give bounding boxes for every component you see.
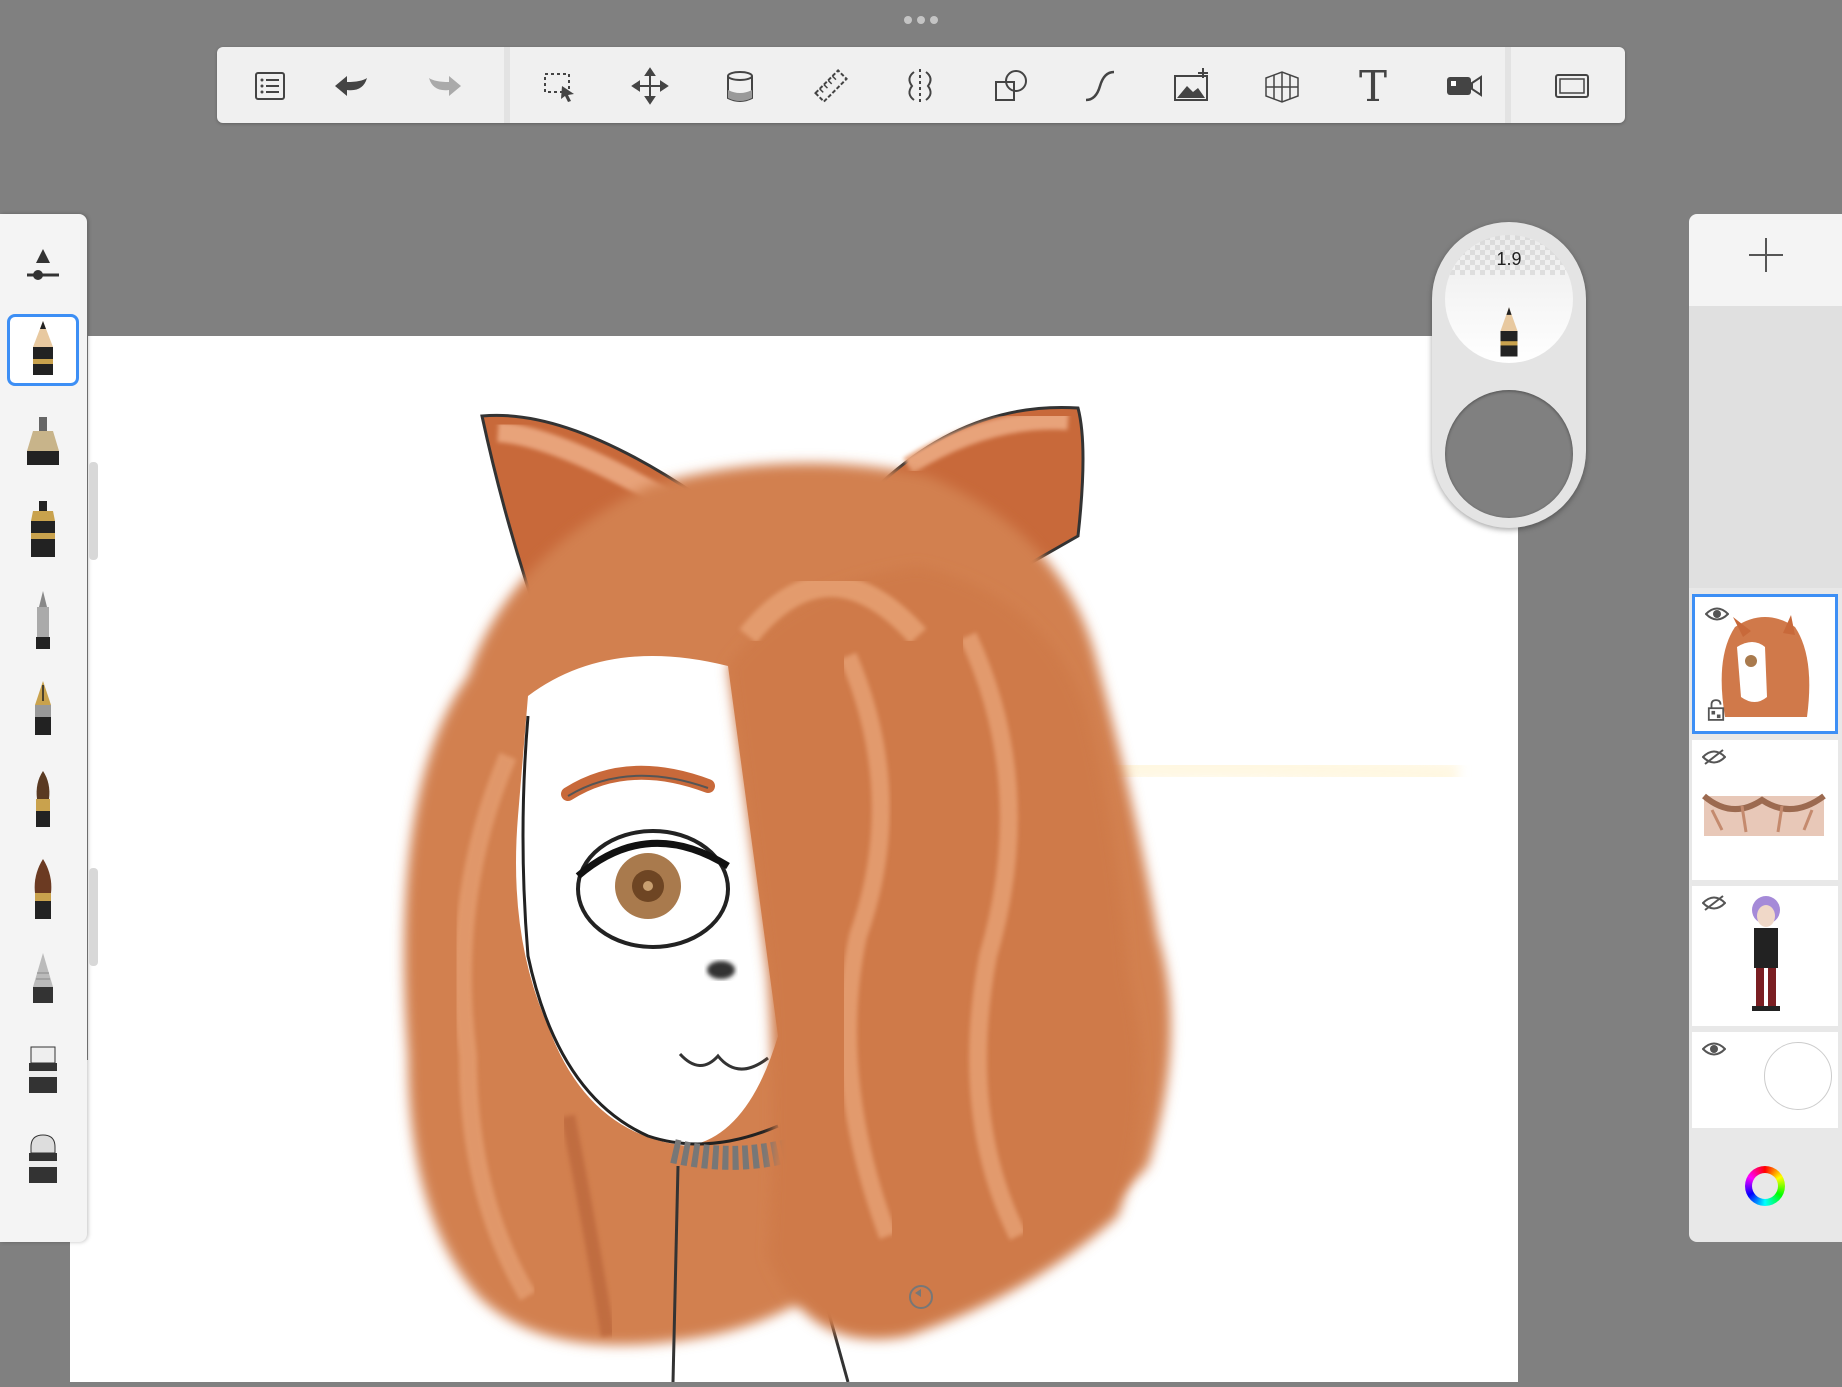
marker-brush[interactable]	[7, 494, 79, 566]
text-icon[interactable]: T	[1348, 61, 1398, 111]
layer-list	[1689, 588, 1842, 1242]
main-toolbar: T	[217, 47, 1625, 123]
brush-palette-handle-upper[interactable]	[89, 462, 98, 560]
background-color-swatch[interactable]	[1764, 1042, 1832, 1110]
color-wheel-icon[interactable]	[1745, 1166, 1785, 1206]
add-image-icon[interactable]	[1166, 61, 1216, 111]
eraser-soft-brush[interactable]	[7, 1124, 79, 1196]
perspective-grid-icon[interactable]	[1257, 61, 1307, 111]
video-camera-icon[interactable]	[1439, 61, 1489, 111]
bucket-icon[interactable]	[715, 61, 765, 111]
pencil-brush[interactable]	[7, 314, 79, 386]
drawing-canvas[interactable]	[88, 336, 1518, 1383]
layer-thumbnail[interactable]	[1692, 740, 1838, 880]
eye-icon[interactable]	[1702, 1040, 1726, 1058]
ruler-icon[interactable]	[806, 61, 856, 111]
brush-size-value: 1.9	[1496, 249, 1522, 269]
artwork	[404, 405, 1460, 1383]
shapes-icon[interactable]	[986, 61, 1036, 111]
brush-settings-icon[interactable]	[7, 228, 79, 300]
layer-panel-header	[1689, 214, 1842, 306]
selection-icon[interactable]	[535, 61, 585, 111]
panel-grip[interactable]	[900, 14, 942, 26]
chisel-brush[interactable]	[7, 944, 79, 1016]
current-color-swatch[interactable]	[1445, 390, 1573, 518]
redo-icon[interactable]	[420, 61, 470, 111]
lock-icon[interactable]	[1707, 699, 1725, 721]
fountain-pen-brush[interactable]	[7, 674, 79, 746]
brush-palette	[0, 214, 87, 1242]
eraser-hard-brush[interactable]	[7, 1034, 79, 1106]
brush-palette-handle-lower[interactable]	[89, 868, 98, 966]
brush-size-control[interactable]: 1.9	[1445, 235, 1573, 363]
background-layer[interactable]	[1692, 1032, 1838, 1128]
paintbrush-brush[interactable]	[7, 764, 79, 836]
fullscreen-icon[interactable]	[1547, 61, 1597, 111]
airbrush-brush[interactable]	[7, 404, 79, 476]
layer-thumbnail[interactable]	[1692, 594, 1838, 734]
ballpoint-brush[interactable]	[7, 584, 79, 656]
brush-puck[interactable]: 1.9	[1432, 222, 1586, 528]
ink-brush[interactable]	[7, 854, 79, 926]
rotate-handle-icon[interactable]	[906, 1282, 936, 1312]
add-layer-icon[interactable]	[1749, 238, 1783, 272]
curve-icon[interactable]	[1075, 61, 1125, 111]
symmetry-icon[interactable]	[895, 61, 945, 111]
move-icon[interactable]	[625, 61, 675, 111]
layer-thumbnail[interactable]	[1692, 886, 1838, 1026]
pencil-icon	[1500, 307, 1518, 357]
undo-icon[interactable]	[326, 61, 376, 111]
layer-panel-spacer	[1689, 306, 1842, 588]
list-icon[interactable]	[245, 61, 295, 111]
